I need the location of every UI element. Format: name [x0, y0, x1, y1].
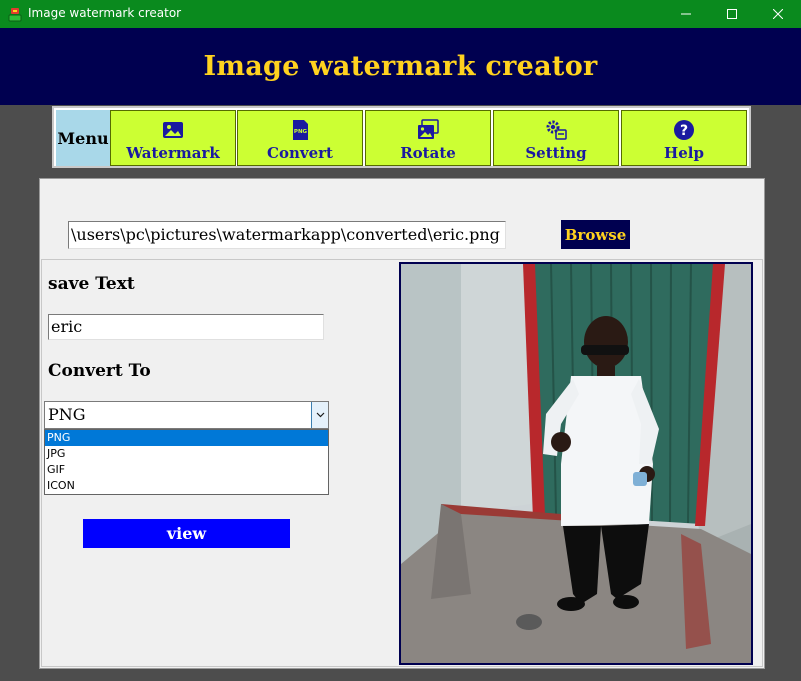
app-icon: [8, 8, 22, 22]
menu-label: Menu: [56, 110, 110, 166]
chevron-down-icon[interactable]: [311, 402, 328, 428]
format-select-value: PNG: [48, 405, 86, 424]
window-title: Image watermark creator: [28, 6, 182, 20]
app-heading: Image watermark creator: [203, 51, 598, 82]
maximize-icon: [727, 9, 737, 19]
gear-icon: [546, 120, 567, 140]
maximize-button[interactable]: [709, 0, 755, 28]
gallery-icon: [418, 119, 439, 139]
main-panel: \users\pc\pictures\watermarkapp\converte…: [39, 178, 765, 669]
file-path-input[interactable]: \users\pc\pictures\watermarkapp\converte…: [68, 221, 506, 249]
menu-item-label: Rotate: [400, 144, 456, 162]
menu-item-label: Help: [664, 144, 704, 162]
menu-item-watermark[interactable]: Watermark: [110, 110, 236, 166]
minimize-button[interactable]: [663, 0, 709, 28]
format-option-png[interactable]: PNG: [45, 430, 328, 446]
menu-item-label: Setting: [525, 144, 587, 162]
png-file-icon: PNG: [293, 120, 308, 140]
close-button[interactable]: [755, 0, 801, 28]
menu-item-rotate[interactable]: Rotate: [365, 110, 491, 166]
preview-photo: [401, 264, 751, 663]
work-area: save Text eric Convert To PNG PNG JPG GI…: [41, 259, 763, 667]
window-titlebar: Image watermark creator: [0, 0, 801, 28]
format-select[interactable]: PNG: [44, 401, 329, 429]
minimize-icon: [681, 13, 691, 15]
close-icon: [773, 9, 783, 19]
app-header: Image watermark creator: [0, 28, 801, 105]
menu-bar: Menu Watermark PNG Convert Rotate Settin…: [52, 106, 751, 168]
menu-item-label: Watermark: [126, 144, 220, 162]
menu-item-setting[interactable]: Setting: [493, 110, 619, 166]
format-option-jpg[interactable]: JPG: [45, 446, 328, 462]
convert-to-label: Convert To: [48, 361, 151, 381]
view-button[interactable]: view: [83, 519, 290, 548]
browse-button[interactable]: Browse: [561, 220, 630, 249]
svg-text:PNG: PNG: [294, 129, 308, 135]
help-icon: ?: [674, 120, 694, 140]
format-option-icon[interactable]: ICON: [45, 478, 328, 494]
image-icon: [163, 122, 183, 138]
save-text-input[interactable]: eric: [48, 314, 324, 340]
format-dropdown-list: PNG JPG GIF ICON: [44, 429, 329, 495]
save-text-label: save Text: [48, 274, 135, 294]
svg-text:?: ?: [680, 123, 688, 139]
menu-item-help[interactable]: ? Help: [621, 110, 747, 166]
image-preview: [399, 262, 753, 665]
format-option-gif[interactable]: GIF: [45, 462, 328, 478]
menu-item-label: Convert: [267, 144, 333, 162]
menu-item-convert[interactable]: PNG Convert: [237, 110, 363, 166]
